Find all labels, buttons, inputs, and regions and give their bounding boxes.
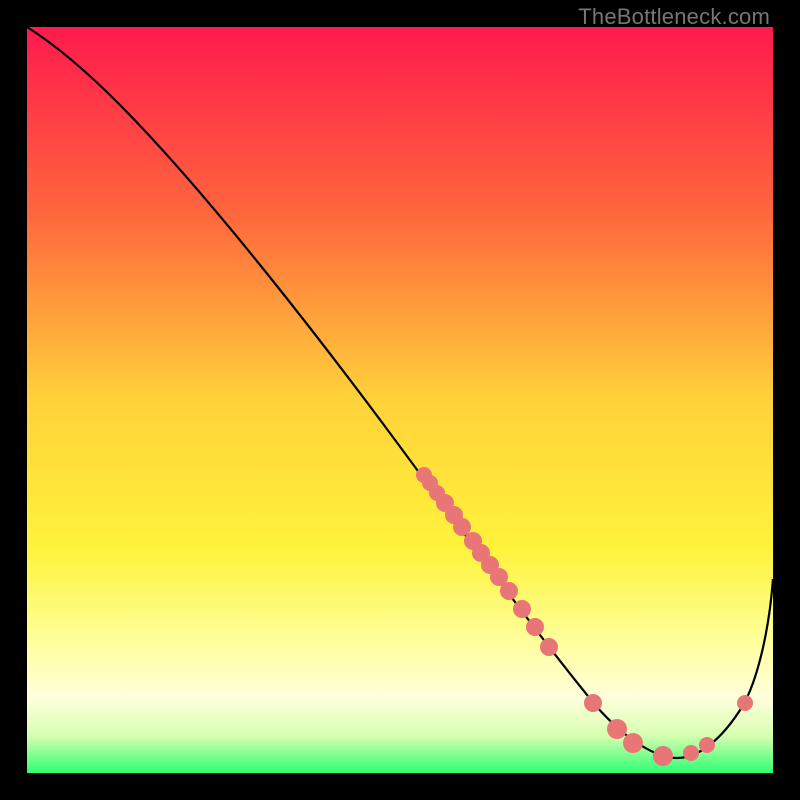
gradient-background <box>27 27 773 773</box>
bottleneck-chart <box>27 27 773 773</box>
chart-frame <box>27 27 773 773</box>
watermark-text: TheBottleneck.com <box>578 4 770 30</box>
